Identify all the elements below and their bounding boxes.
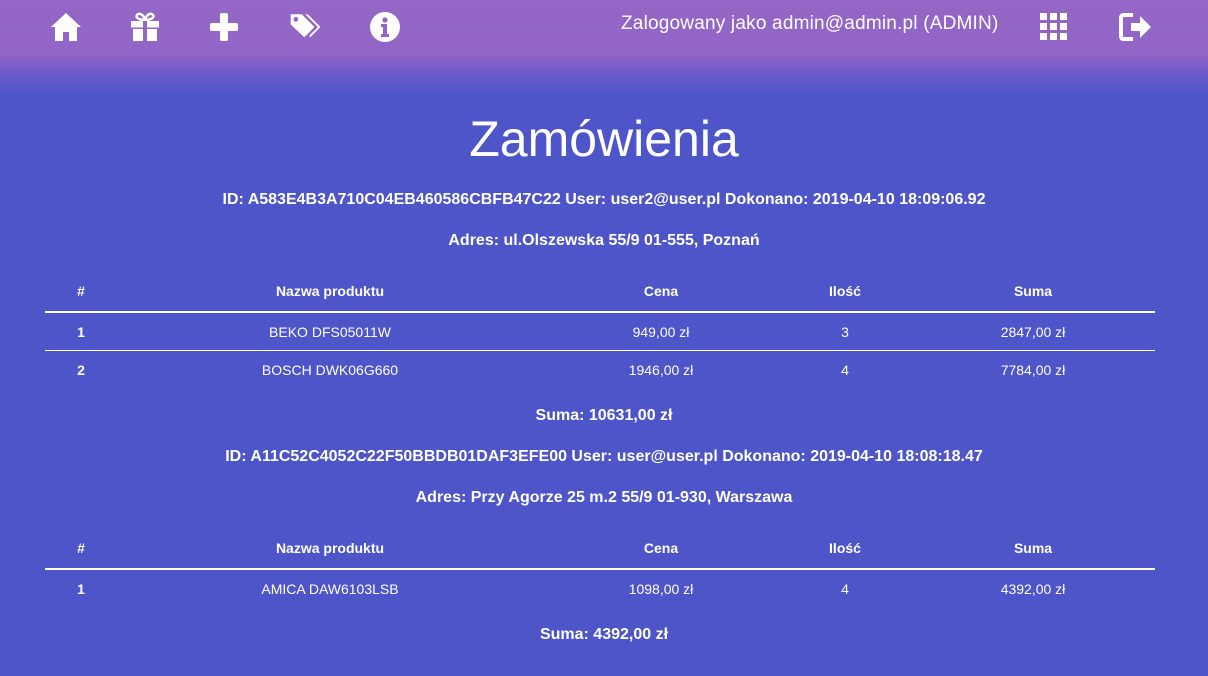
plus-icon[interactable] bbox=[207, 10, 241, 44]
product-name: BOSCH DWK06G660 bbox=[261, 361, 399, 378]
page-title: Zamówienia bbox=[469, 111, 739, 167]
logout-icon[interactable] bbox=[1119, 10, 1153, 44]
row-sum: 2847,00 zł bbox=[911, 312, 1155, 351]
order-total: Suma: 4392,00 zł bbox=[539, 626, 669, 643]
column-header-sum: Suma bbox=[911, 271, 1155, 313]
top-navbar: Zalogowany jako admin@admin.pl (ADMIN) bbox=[0, 0, 1208, 95]
home-icon[interactable] bbox=[49, 10, 83, 44]
column-header-number: # bbox=[45, 271, 117, 313]
order-address: Adres: Przy Agorze 25 m.2 55/9 01-930, W… bbox=[415, 489, 793, 506]
order-address: Adres: ul.Olszewska 55/9 01-555, Poznań bbox=[448, 232, 760, 249]
tags-icon[interactable] bbox=[289, 10, 323, 44]
product-quantity: 4 bbox=[841, 580, 849, 597]
table-row: 2 BOSCH DWK06G660 1946,00 zł 4 7784,00 z… bbox=[45, 351, 1155, 389]
gift-icon[interactable] bbox=[128, 10, 162, 44]
product-price: 1098,00 zł bbox=[628, 580, 694, 597]
column-header-quantity: Ilość bbox=[779, 528, 911, 570]
column-header-product: Nazwa produktu bbox=[117, 271, 543, 313]
table-header-row: # Nazwa produktu Cena Ilość Suma bbox=[45, 271, 1155, 313]
column-header-number: # bbox=[45, 528, 117, 570]
order-items-table: # Nazwa produktu Cena Ilość Suma 1 AMICA… bbox=[45, 528, 1155, 607]
table-row: 1 BEKO DFS05011W 949,00 zł 3 2847,00 zł bbox=[45, 312, 1155, 351]
row-sum: 7784,00 zł bbox=[1000, 361, 1066, 378]
column-header-product: Nazwa produktu bbox=[117, 528, 543, 570]
order-header: ID: A11C52C4052C22F50BBDB01DAF3EFE00 Use… bbox=[225, 448, 983, 465]
product-price: 1946,00 zł bbox=[628, 361, 694, 378]
column-header-quantity: Ilość bbox=[779, 271, 911, 313]
product-quantity: 3 bbox=[779, 312, 911, 351]
column-header-price: Cena bbox=[543, 271, 779, 313]
column-header-sum: Suma bbox=[911, 528, 1155, 570]
row-sum: 4392,00 zł bbox=[1000, 580, 1066, 597]
info-icon[interactable] bbox=[368, 10, 402, 44]
product-price: 949,00 zł bbox=[543, 312, 779, 351]
table-header-row: # Nazwa produktu Cena Ilość Suma bbox=[45, 528, 1155, 570]
order-header: ID: A583E4B3A710C04EB460586CBFB47C22 Use… bbox=[222, 191, 986, 208]
product-quantity: 4 bbox=[841, 361, 849, 378]
row-number: 1 bbox=[45, 312, 117, 351]
table-row: 1 AMICA DAW6103LSB 1098,00 zł 4 4392,00 … bbox=[45, 569, 1155, 607]
logged-in-user-label: Zalogowany jako admin@admin.pl (ADMIN) bbox=[621, 13, 999, 34]
grid-icon[interactable] bbox=[1037, 10, 1071, 44]
order-total: Suma: 10631,00 zł bbox=[535, 407, 673, 424]
product-name: BEKO DFS05011W bbox=[117, 312, 543, 351]
order-items-table: # Nazwa produktu Cena Ilość Suma 1 BEKO … bbox=[45, 271, 1155, 388]
row-number: 1 bbox=[77, 580, 85, 597]
column-header-price: Cena bbox=[543, 528, 779, 570]
row-number: 2 bbox=[77, 361, 85, 378]
product-name: AMICA DAW6103LSB bbox=[261, 580, 399, 597]
